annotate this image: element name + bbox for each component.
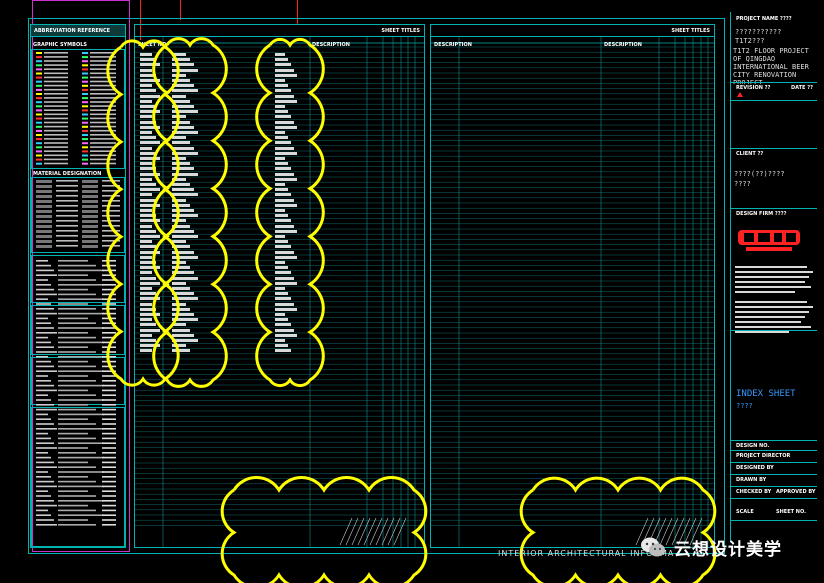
title-block: PROJECT NAME ???? ??????????? T1T2??? T1… [730,12,817,542]
revision-cloud [220,476,428,583]
divider-4 [731,330,817,331]
divider-5 [731,440,817,441]
sheet-title: INDEX SHEET [736,389,796,399]
designed-by-label: DESIGNED BY [736,465,774,471]
divider-3 [731,208,817,209]
approved-by-label: APPROVED BY [776,489,816,495]
client-label: CLIENT ?? [736,151,764,157]
scale-label: SCALE [736,509,754,515]
client-q1: ????(??)???? [734,170,785,178]
project-en-line: INTERNATIONAL BEER [733,63,809,71]
sheet-title-q: ???? [736,402,753,410]
revision-cloud [519,476,717,583]
sheet-no-label: SHEET NO. [776,509,806,515]
revision-cloud [255,38,325,387]
project-name-q1: ??????????? [735,28,782,36]
project-en-line: OF QINGDAO [733,55,776,63]
design-no-label: DESIGN NO. [736,443,770,449]
divider-10 [731,498,817,499]
divider-6 [731,450,817,451]
drawn-by-label: DRAWN BY [736,477,767,483]
checked-by-label: CHECKED BY [736,489,772,495]
revision-marker [737,92,743,97]
divider-7 [731,462,817,463]
watermark-text: 云想设计美学 [674,539,782,560]
divider-2 [731,148,817,149]
project-name-en: T1T2 FLOOR PROJECT OF QINGDAO INTERNATIO… [733,47,809,84]
project-en-line: CITY RENOVATION [733,71,797,79]
divider-9 [731,486,817,487]
design-firm-label: DESIGN FIRM ???? [736,211,787,217]
project-en-line: T1T2 FLOOR PROJECT [733,47,809,55]
revision-label: REVISION ?? [736,85,771,91]
revision-clouds [106,37,717,583]
divider-8 [731,474,817,475]
divider-11 [731,520,817,521]
wechat-icon [640,536,666,558]
watermark: 云想设计美学 [640,534,782,560]
date-label: DATE ?? [791,85,813,91]
project-name-label: PROJECT NAME ???? [736,16,792,22]
revision-cloud [152,37,228,388]
project-name-q2: T1T2??? [735,37,765,45]
revision-row [731,82,817,83]
project-director-label: PROJECT DIRECTOR [736,453,791,459]
divider-1 [731,100,817,101]
client-q2: ???? [734,180,751,188]
design-firm-logo [738,230,800,251]
